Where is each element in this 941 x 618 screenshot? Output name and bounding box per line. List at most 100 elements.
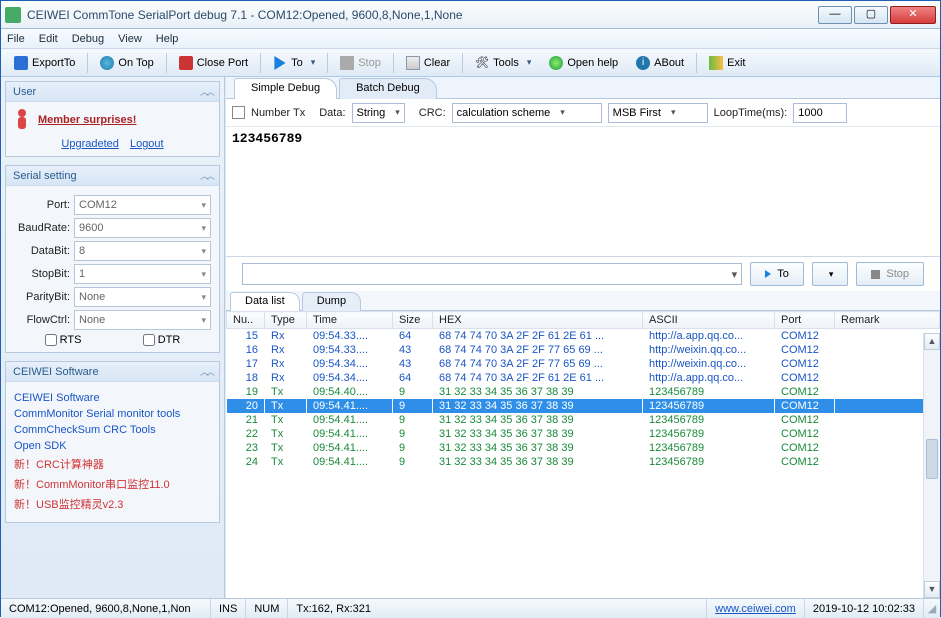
baudrate-select[interactable]: 9600▾ <box>74 218 211 238</box>
data-table: Nu.. Type Time Size HEX ASCII Port Remar… <box>226 311 940 598</box>
dtr-checkbox[interactable]: DTR <box>143 334 181 346</box>
table-row[interactable]: 20Tx09:54.41....931 32 33 34 35 36 37 38… <box>227 399 940 413</box>
stop-icon <box>871 270 880 279</box>
col-port[interactable]: Port <box>775 312 835 329</box>
about-button[interactable]: iABout <box>628 53 692 73</box>
status-ins: INS <box>211 599 246 618</box>
minimize-button[interactable]: — <box>818 6 852 24</box>
maximize-button[interactable]: ▢ <box>854 6 888 24</box>
col-remark[interactable]: Remark <box>835 312 940 329</box>
table-row[interactable]: 23Tx09:54.41....931 32 33 34 35 36 37 38… <box>227 441 940 455</box>
collapse-icon[interactable]: ︿︿ <box>200 365 212 378</box>
user-panel: User ︿︿ Member surprises! Upgradeted Logo… <box>5 81 220 157</box>
table-row[interactable]: 21Tx09:54.41....931 32 33 34 35 36 37 38… <box>227 413 940 427</box>
user-panel-title: User <box>13 86 36 98</box>
serial-panel: Serial setting︿︿ Port:COM12▾ BaudRate:96… <box>5 165 220 353</box>
export-button[interactable]: ExportTo <box>6 53 83 73</box>
software-link[interactable]: 新！CRC计算神器 <box>14 456 211 472</box>
software-link[interactable]: 新！CommMonitor串口监控11.0 <box>14 476 211 492</box>
exit-button[interactable]: Exit <box>701 53 753 73</box>
title-bar: CEIWEI CommTone SerialPort debug 7.1 - C… <box>1 1 940 29</box>
status-txrx: Tx:162, Rx:321 <box>288 599 707 618</box>
table-scrollbar[interactable]: ▲ ▼ <box>923 333 940 598</box>
history-select[interactable] <box>242 263 742 285</box>
tools-icon: 🛠 <box>475 56 489 70</box>
rts-checkbox[interactable]: RTS <box>45 334 82 346</box>
software-link[interactable]: CommMonitor Serial monitor tools <box>14 408 211 420</box>
table-row[interactable]: 16Rx09:54.33....4368 74 74 70 3A 2F 2F 7… <box>227 343 940 357</box>
close-port-button[interactable]: Close Port <box>171 53 256 73</box>
member-link[interactable]: Member surprises! <box>38 114 136 126</box>
main-area: Simple Debug Batch Debug Number Tx Data:… <box>225 77 940 598</box>
software-link[interactable]: 新！USB监控精灵v2.3 <box>14 496 211 512</box>
clear-button[interactable]: Clear <box>398 53 458 73</box>
col-num[interactable]: Nu.. <box>227 312 265 329</box>
col-ascii[interactable]: ASCII <box>643 312 775 329</box>
stopbit-select[interactable]: 1▾ <box>74 264 211 284</box>
menu-debug[interactable]: Debug <box>72 33 104 45</box>
tab-data-list[interactable]: Data list <box>230 292 300 311</box>
table-row[interactable]: 17Rx09:54.34....4368 74 74 70 3A 2F 2F 7… <box>227 357 940 371</box>
loop-time-input[interactable] <box>793 103 847 123</box>
ontop-button[interactable]: On Top <box>92 53 161 73</box>
tools-button[interactable]: 🛠Tools <box>467 53 539 73</box>
col-time[interactable]: Time <box>307 312 393 329</box>
send-stop-button[interactable]: Stop <box>856 262 924 286</box>
table-row[interactable]: 15Rx09:54.33....6468 74 74 70 3A 2F 2F 6… <box>227 329 940 344</box>
menu-help[interactable]: Help <box>156 33 179 45</box>
collapse-icon[interactable]: ︿︿ <box>200 85 212 98</box>
col-hex[interactable]: HEX <box>433 312 643 329</box>
person-icon <box>14 108 30 132</box>
open-help-button[interactable]: Open help <box>541 53 626 73</box>
number-tx-checkbox[interactable] <box>232 106 245 119</box>
table-row[interactable]: 18Rx09:54.34....6468 74 74 70 3A 2F 2F 6… <box>227 371 940 385</box>
side-panel: User ︿︿ Member surprises! Upgradeted Logo… <box>1 77 225 598</box>
serial-panel-title: Serial setting <box>13 170 77 182</box>
clear-icon <box>406 56 420 70</box>
status-num: NUM <box>246 599 288 618</box>
status-connection: COM12:Opened, 9600,8,None,1,Non <box>1 599 211 618</box>
port-select[interactable]: COM12▾ <box>74 195 211 215</box>
menu-edit[interactable]: Edit <box>39 33 58 45</box>
menu-view[interactable]: View <box>118 33 142 45</box>
software-panel-title: CEIWEI Software <box>13 366 99 378</box>
scroll-down-icon[interactable]: ▼ <box>924 581 940 598</box>
disk-icon <box>14 56 28 70</box>
stop-button[interactable]: Stop <box>332 53 389 73</box>
data-format-select[interactable]: String <box>352 103 405 123</box>
software-link[interactable]: CEIWEI Software <box>14 392 211 404</box>
send-to-dropdown[interactable] <box>812 262 849 286</box>
send-to-button[interactable]: To <box>750 262 804 286</box>
app-icon <box>5 7 21 23</box>
toolbar: ExportTo On Top Close Port To Stop Clear… <box>1 49 940 77</box>
table-row[interactable]: 19Tx09:54.40....931 32 33 34 35 36 37 38… <box>227 385 940 399</box>
tab-dump[interactable]: Dump <box>302 292 361 311</box>
table-row[interactable]: 24Tx09:54.41....931 32 33 34 35 36 37 38… <box>227 455 940 469</box>
status-bar: COM12:Opened, 9600,8,None,1,Non INS NUM … <box>1 598 940 618</box>
msb-select[interactable]: MSB First <box>608 103 708 123</box>
parity-select[interactable]: None▾ <box>74 287 211 307</box>
play-icon <box>273 56 287 70</box>
logout-link[interactable]: Logout <box>130 138 164 150</box>
window-title: CEIWEI CommTone SerialPort debug 7.1 - C… <box>27 8 816 22</box>
software-link[interactable]: CommCheckSum CRC Tools <box>14 424 211 436</box>
resize-grip-icon[interactable]: ◢ <box>924 602 940 615</box>
col-type[interactable]: Type <box>265 312 307 329</box>
flowctrl-select[interactable]: None▾ <box>74 310 211 330</box>
scroll-thumb[interactable] <box>926 439 938 479</box>
close-button[interactable]: ✕ <box>890 6 936 24</box>
status-url-link[interactable]: www.ceiwei.com <box>715 603 796 615</box>
crc-scheme-select[interactable]: calculation scheme <box>452 103 602 123</box>
table-row[interactable]: 22Tx09:54.41....931 32 33 34 35 36 37 38… <box>227 427 940 441</box>
scroll-up-icon[interactable]: ▲ <box>924 333 940 350</box>
software-link[interactable]: Open SDK <box>14 440 211 452</box>
tab-batch-debug[interactable]: Batch Debug <box>339 78 437 99</box>
send-textarea[interactable]: 123456789 <box>226 127 940 257</box>
col-size[interactable]: Size <box>393 312 433 329</box>
tab-simple-debug[interactable]: Simple Debug <box>234 78 337 99</box>
menu-file[interactable]: File <box>7 33 25 45</box>
upgraded-link[interactable]: Upgradeted <box>61 138 119 150</box>
databit-select[interactable]: 8▾ <box>74 241 211 261</box>
to-button[interactable]: To <box>265 53 323 73</box>
collapse-icon[interactable]: ︿︿ <box>200 169 212 182</box>
